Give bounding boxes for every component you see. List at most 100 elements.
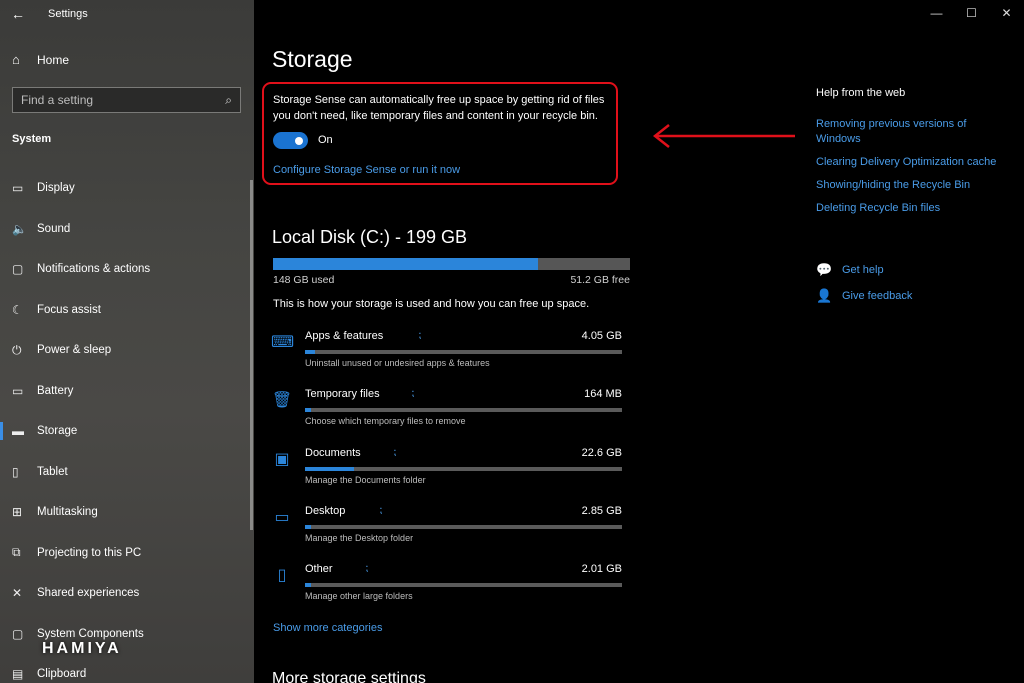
disk-title: Local Disk (C:) - 199 GB bbox=[272, 227, 468, 247]
category-subtitle: Manage the Desktop folder bbox=[305, 532, 414, 543]
help-heading: Help from the web bbox=[816, 87, 906, 99]
sidebar-item-shared-experiences[interactable]: ✕ Shared experiences bbox=[0, 573, 254, 614]
sidebar-item-clipboard[interactable]: ▤ Clipboard bbox=[0, 654, 254, 683]
sidebar-item-label: Sound bbox=[37, 222, 71, 235]
search-input[interactable] bbox=[21, 93, 211, 107]
sidebar-item-projecting-to-this-pc[interactable]: ⧉ Projecting to this PC bbox=[0, 533, 254, 574]
moon-icon: ☾ bbox=[12, 302, 23, 317]
search-icon[interactable]: ⌕ bbox=[225, 93, 232, 108]
category-usage-bar bbox=[305, 350, 622, 354]
sidebar-item-tablet[interactable]: ▯ Tablet bbox=[0, 452, 254, 493]
sidebar-item-system-components[interactable]: ▢ System Components bbox=[0, 614, 254, 655]
toggle-knob bbox=[295, 136, 303, 145]
nav-list: ▭ Display 🔈 Sound ▢ Notifications & actions ☾ F… bbox=[0, 168, 254, 683]
sidebar-item-notifications-actions[interactable]: ▢ Notifications & actions bbox=[0, 249, 254, 290]
clipboard-icon: ▤ bbox=[12, 667, 24, 682]
settings-window: ← Settings ⌂ Home ⌕ System ▭ Display 🔈 Soun… bbox=[0, 0, 1024, 683]
loading-spinner-icon: ⁏ bbox=[393, 446, 397, 458]
page-title: Storage bbox=[272, 46, 353, 72]
loading-spinner-icon: ⁏ bbox=[411, 388, 415, 400]
section-heading: System bbox=[12, 133, 52, 145]
help-link[interactable]: Clearing Delivery Optimization cache bbox=[816, 155, 1006, 170]
category-usage-fill bbox=[305, 524, 312, 529]
category-usage-bar bbox=[305, 408, 622, 413]
desktop-icon: ▭ bbox=[274, 508, 290, 526]
sidebar-item-sound[interactable]: 🔈 Sound bbox=[0, 209, 254, 250]
apps-icon: ⌨ bbox=[271, 334, 295, 351]
category-usage-bar bbox=[305, 466, 622, 471]
nav-home[interactable]: ⌂ Home bbox=[12, 52, 69, 67]
category-name: Documents bbox=[305, 446, 361, 459]
sidebar-item-label: Shared experiences bbox=[37, 587, 140, 600]
back-arrow-icon[interactable]: ← bbox=[0, 6, 36, 22]
search-box[interactable]: ⌕ bbox=[12, 87, 241, 113]
get-help-label: Get help bbox=[842, 264, 884, 276]
category-usage-bar bbox=[305, 524, 622, 529]
chat-help-icon: 💬 bbox=[816, 262, 833, 277]
storage-sense-description: Storage Sense can automatically free up … bbox=[273, 94, 605, 122]
toggle-state-label: On bbox=[318, 134, 333, 146]
give-feedback-label: Give feedback bbox=[842, 290, 913, 302]
red-arrow-annotation bbox=[652, 124, 795, 148]
app-title: Settings bbox=[48, 8, 88, 20]
storage-category-documents[interactable]: ▣ Documents ⁏ 22.6 GB Manage the Documents f… bbox=[271, 447, 631, 502]
watermark-logo: HAMIYA bbox=[42, 640, 122, 657]
category-usage-fill bbox=[305, 466, 355, 471]
category-subtitle: Manage the Documents folder bbox=[305, 474, 426, 485]
sidebar-item-label: Notifications & actions bbox=[37, 263, 151, 276]
other-icon: ▯ bbox=[277, 567, 287, 585]
configure-storage-sense-link[interactable]: Configure Storage Sense or run it now bbox=[273, 164, 460, 176]
storage-sense-toggle[interactable] bbox=[273, 132, 308, 149]
disk-usage-bar bbox=[273, 258, 630, 270]
storage-description: This is how your storage is used and how… bbox=[273, 298, 590, 310]
display-icon: ▭ bbox=[12, 181, 24, 196]
sidebar-item-label: Multitasking bbox=[37, 506, 98, 519]
components-icon: ▢ bbox=[12, 626, 24, 641]
sound-icon: 🔈 bbox=[12, 221, 27, 236]
sidebar-item-battery[interactable]: ▭ Battery bbox=[0, 371, 254, 412]
sidebar-item-label: Display bbox=[37, 182, 75, 195]
feedback-icon: 👤 bbox=[816, 288, 833, 303]
category-subtitle: Choose which temporary files to remove bbox=[305, 416, 466, 427]
help-link[interactable]: Showing/hiding the Recycle Bin bbox=[816, 178, 1006, 193]
show-more-categories-link[interactable]: Show more categories bbox=[273, 622, 382, 634]
category-name: Temporary files bbox=[305, 388, 380, 401]
category-size: 2.01 GB bbox=[581, 563, 622, 576]
sidebar-item-power-sleep[interactable]: ⏻ Power & sleep bbox=[0, 330, 254, 371]
active-indicator bbox=[0, 422, 3, 440]
storage-category-temporary-files[interactable]: 🗑 Temporary files ⁏ 164 MB Choose which temp… bbox=[271, 388, 631, 443]
storage-category-apps-features[interactable]: ⌨ Apps & features ⁏ 4.05 GB Uninstall unused… bbox=[271, 330, 631, 385]
category-size: 164 MB bbox=[584, 388, 622, 401]
loading-spinner-icon: ⁏ bbox=[418, 330, 422, 341]
sidebar-item-label: System Components bbox=[37, 627, 144, 640]
help-link[interactable]: Deleting Recycle Bin files bbox=[816, 201, 1006, 216]
category-usage-fill bbox=[305, 583, 312, 588]
give-feedback-link[interactable]: 👤 Give feedback bbox=[816, 283, 912, 309]
storage-category-other[interactable]: ▯ Other ⁏ 2.01 GB Manage other large folders bbox=[271, 563, 631, 618]
multitasking-icon: ⊞ bbox=[12, 505, 23, 520]
sidebar-item-display[interactable]: ▭ Display bbox=[0, 168, 254, 209]
loading-spinner-icon: ⁏ bbox=[379, 504, 383, 516]
sidebar-item-multitasking[interactable]: ⊞ Multitasking bbox=[0, 492, 254, 533]
power-icon: ⏻ bbox=[12, 342, 22, 357]
main-content: Storage Storage Sense can automatically … bbox=[254, 0, 1024, 683]
category-name: Other bbox=[305, 563, 333, 576]
sidebar-item-label: Storage bbox=[37, 425, 78, 438]
sidebar-item-focus-assist[interactable]: ☾ Focus assist bbox=[0, 290, 254, 331]
nav-home-label: Home bbox=[37, 52, 70, 67]
notifications-icon: ▢ bbox=[12, 262, 24, 277]
get-help-link[interactable]: 💬 Get help bbox=[816, 257, 912, 283]
category-usage-bar bbox=[305, 583, 622, 588]
storage-category-desktop[interactable]: ▭ Desktop ⁏ 2.85 GB Manage the Desktop folde… bbox=[271, 505, 631, 560]
used-label: 148 GB used bbox=[273, 274, 335, 286]
projecting-icon: ⧉ bbox=[12, 545, 21, 560]
help-link[interactable]: Removing previous versions of Windows bbox=[816, 117, 1006, 147]
battery-icon: ▭ bbox=[12, 383, 24, 398]
sidebar-scrollbar[interactable] bbox=[250, 180, 253, 530]
category-size: 2.85 GB bbox=[581, 504, 622, 517]
shared-icon: ✕ bbox=[12, 586, 23, 601]
sidebar-item-storage[interactable]: ▬ Storage bbox=[0, 411, 254, 452]
category-subtitle: Manage other large folders bbox=[305, 591, 413, 602]
category-usage-fill bbox=[305, 408, 312, 413]
sidebar: ← Settings ⌂ Home ⌕ System ▭ Display 🔈 Soun… bbox=[0, 0, 254, 683]
